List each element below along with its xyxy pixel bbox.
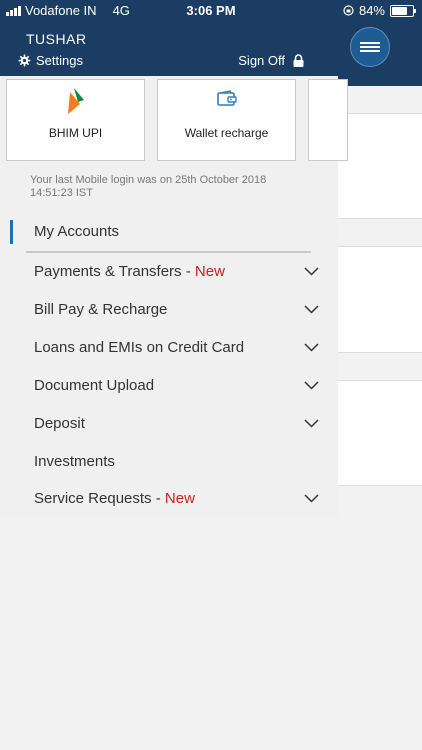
bhim-logo <box>68 88 84 114</box>
rotation-lock-icon <box>343 5 354 16</box>
menu-item-document-upload[interactable]: Document Upload <box>34 377 154 394</box>
menu-item-service-requests[interactable]: Service Requests - New <box>34 490 195 507</box>
chevron-down-icon[interactable] <box>304 267 319 276</box>
wallet-recharge-tile[interactable]: Wallet recharge <box>157 79 296 161</box>
lock-icon <box>293 54 304 67</box>
menu-separator: - <box>151 490 165 507</box>
navigation-drawer: BHIM UPI Wallet recharge Your last Mobil… <box>0 76 348 516</box>
menu-label: Payments & Transfers <box>34 263 182 280</box>
bhim-upi-label: BHIM UPI <box>48 126 103 140</box>
background-card-1 <box>338 113 422 219</box>
last-login-info: Your last Mobile login was on 25th Octob… <box>30 174 267 199</box>
active-indicator <box>10 220 13 244</box>
menu-label: Investments <box>34 453 115 470</box>
status-right: 84% <box>343 3 416 18</box>
menu-item-my-accounts[interactable]: My Accounts <box>34 223 119 240</box>
menu-item-investments[interactable]: Investments <box>34 453 115 470</box>
menu-divider <box>26 251 311 253</box>
sign-off-label: Sign Off <box>238 53 285 68</box>
menu-item-deposit[interactable]: Deposit <box>34 415 85 432</box>
wallet-recharge-label: Wallet recharge <box>184 126 269 140</box>
menu-label: My Accounts <box>34 223 120 240</box>
drawer-header: TUSHAR Settings Sign Off <box>0 22 338 76</box>
settings-link[interactable]: Settings <box>18 53 83 68</box>
gear-icon <box>18 54 31 67</box>
chevron-down-icon[interactable] <box>304 419 319 428</box>
chevron-down-icon[interactable] <box>304 343 319 352</box>
menu-item-loans-emis[interactable]: Loans and EMIs on Credit Card <box>34 339 244 356</box>
menu-label: Document Upload <box>34 377 155 394</box>
sign-off-link[interactable]: Sign Off <box>238 53 304 68</box>
bhim-upi-tile[interactable]: BHIM UPI <box>6 79 145 161</box>
background-card-3 <box>338 380 422 486</box>
chevron-down-icon[interactable] <box>304 305 319 314</box>
menu-label: Deposit <box>34 415 85 432</box>
battery-icon <box>390 4 416 17</box>
chevron-down-icon[interactable] <box>304 381 319 390</box>
status-bar: Vodafone IN 4G 3:06 PM 84% <box>0 0 422 22</box>
new-badge: New <box>194 263 225 280</box>
menu-separator: - <box>181 263 195 280</box>
menu-toggle-button[interactable] <box>350 27 390 67</box>
menu-label: Bill Pay & Recharge <box>34 301 168 318</box>
menu-label: Service Requests <box>34 490 152 507</box>
menu-label: Loans and EMIs on Credit Card <box>34 339 245 356</box>
background-card-2 <box>338 246 422 353</box>
battery-percent: 84% <box>358 3 385 18</box>
battery-fill <box>392 6 408 15</box>
user-name: TUSHAR <box>26 31 87 47</box>
partial-tile[interactable] <box>308 79 348 161</box>
menu-item-payments-transfers[interactable]: Payments & Transfers - New <box>34 263 225 280</box>
settings-label: Settings <box>36 53 83 68</box>
new-badge: New <box>164 490 195 507</box>
wallet-icon <box>217 90 237 106</box>
chevron-down-icon[interactable] <box>304 494 319 503</box>
menu-item-bill-pay[interactable]: Bill Pay & Recharge <box>34 301 167 318</box>
